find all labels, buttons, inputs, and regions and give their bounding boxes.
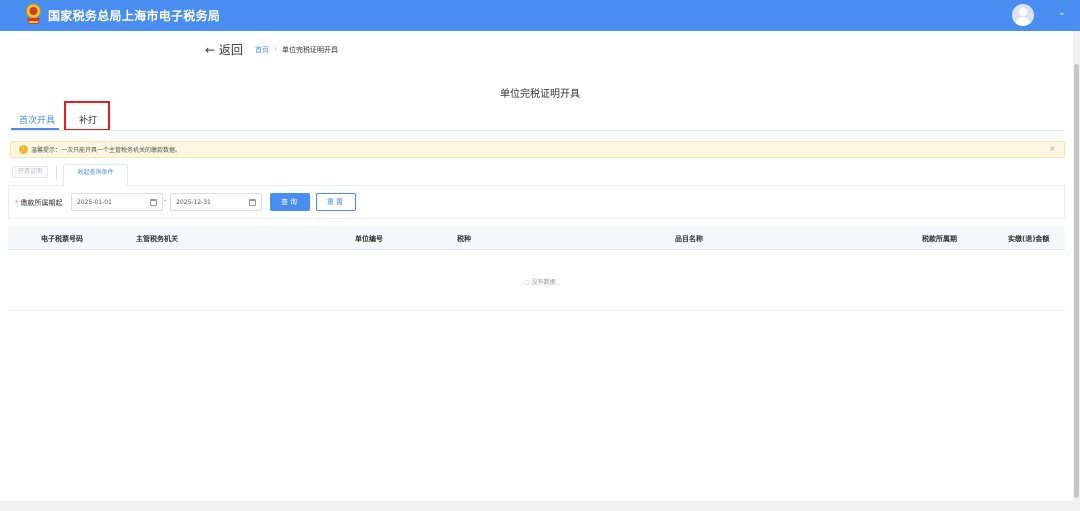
- warning-icon: !: [19, 145, 28, 154]
- page-title-wrap: 单位完税证明开具: [0, 85, 1080, 100]
- column-header[interactable]: 品目名称: [675, 234, 703, 244]
- required-mark: *: [15, 199, 19, 207]
- filter-label-text: 缴款所属期起: [20, 199, 63, 207]
- toolbar-divider: [56, 166, 57, 180]
- tabs-divider: [10, 130, 1064, 131]
- tip-text: 温馨提示：一次只能开具一个主管税务机关的缴款数据。: [31, 147, 182, 154]
- date-range-dash: -: [164, 197, 167, 205]
- tax-emblem-icon: [26, 3, 41, 24]
- start-date-input[interactable]: 2025-01-01: [71, 193, 163, 211]
- column-header[interactable]: 税款所属期: [922, 234, 957, 244]
- collapse-filter-tab[interactable]: 收起查询条件: [63, 164, 128, 186]
- chevron-down-icon[interactable]: ⌄: [1058, 8, 1066, 18]
- table-header: 电子税票号码 主管税务机关 单位编号 税种 品目名称 税款所属期 实缴(退)金额: [8, 226, 1065, 250]
- user-avatar[interactable]: [1012, 4, 1034, 26]
- filter-label: * 缴款所属期起: [15, 198, 63, 208]
- table-empty-state: ◌ 没有数据: [524, 279, 556, 286]
- breadcrumb-current: 单位完税证明开具: [282, 46, 338, 54]
- close-icon[interactable]: ×: [1049, 144, 1056, 153]
- breadcrumb-home[interactable]: 首页: [255, 45, 269, 55]
- table-bottom-border: [8, 310, 1065, 311]
- calendar-icon: [150, 199, 157, 206]
- avatar-head: [1019, 8, 1027, 16]
- end-date-value: 2025-12-31: [176, 199, 211, 206]
- calendar-icon: [249, 199, 256, 206]
- reset-button[interactable]: 重置: [316, 193, 356, 211]
- page-title: 单位完税证明开具: [500, 89, 580, 100]
- back-button[interactable]: ← 返回: [205, 41, 243, 58]
- tip-banner: ! 温馨提示：一次只能开具一个主管税务机关的缴款数据。 ×: [10, 141, 1065, 158]
- avatar-body: [1015, 17, 1031, 26]
- vertical-scrollbar-thumb[interactable]: [1074, 64, 1079, 498]
- highlight-annotation-box: [64, 101, 110, 131]
- column-header[interactable]: 实缴(退)金额: [1008, 234, 1049, 244]
- top-bar: 国家税务总局上海市电子税务局 ⌄: [0, 0, 1080, 31]
- end-date-input[interactable]: 2025-12-31: [170, 193, 262, 211]
- column-header[interactable]: 单位编号: [355, 234, 383, 244]
- column-header[interactable]: 税种: [457, 234, 471, 244]
- query-button[interactable]: 查询: [270, 193, 310, 211]
- breadcrumb-separator: ›: [274, 45, 277, 53]
- column-header[interactable]: 电子税票号码: [41, 234, 83, 244]
- column-header[interactable]: 主管税务机关: [136, 234, 178, 244]
- issue-certificate-button[interactable]: 开具证明: [12, 166, 48, 178]
- tab-first-issue[interactable]: 首次开具: [19, 113, 55, 126]
- start-date-value: 2025-01-01: [77, 199, 112, 206]
- site-title: 国家税务总局上海市电子税务局: [48, 9, 221, 23]
- bottom-bar: [0, 501, 1080, 511]
